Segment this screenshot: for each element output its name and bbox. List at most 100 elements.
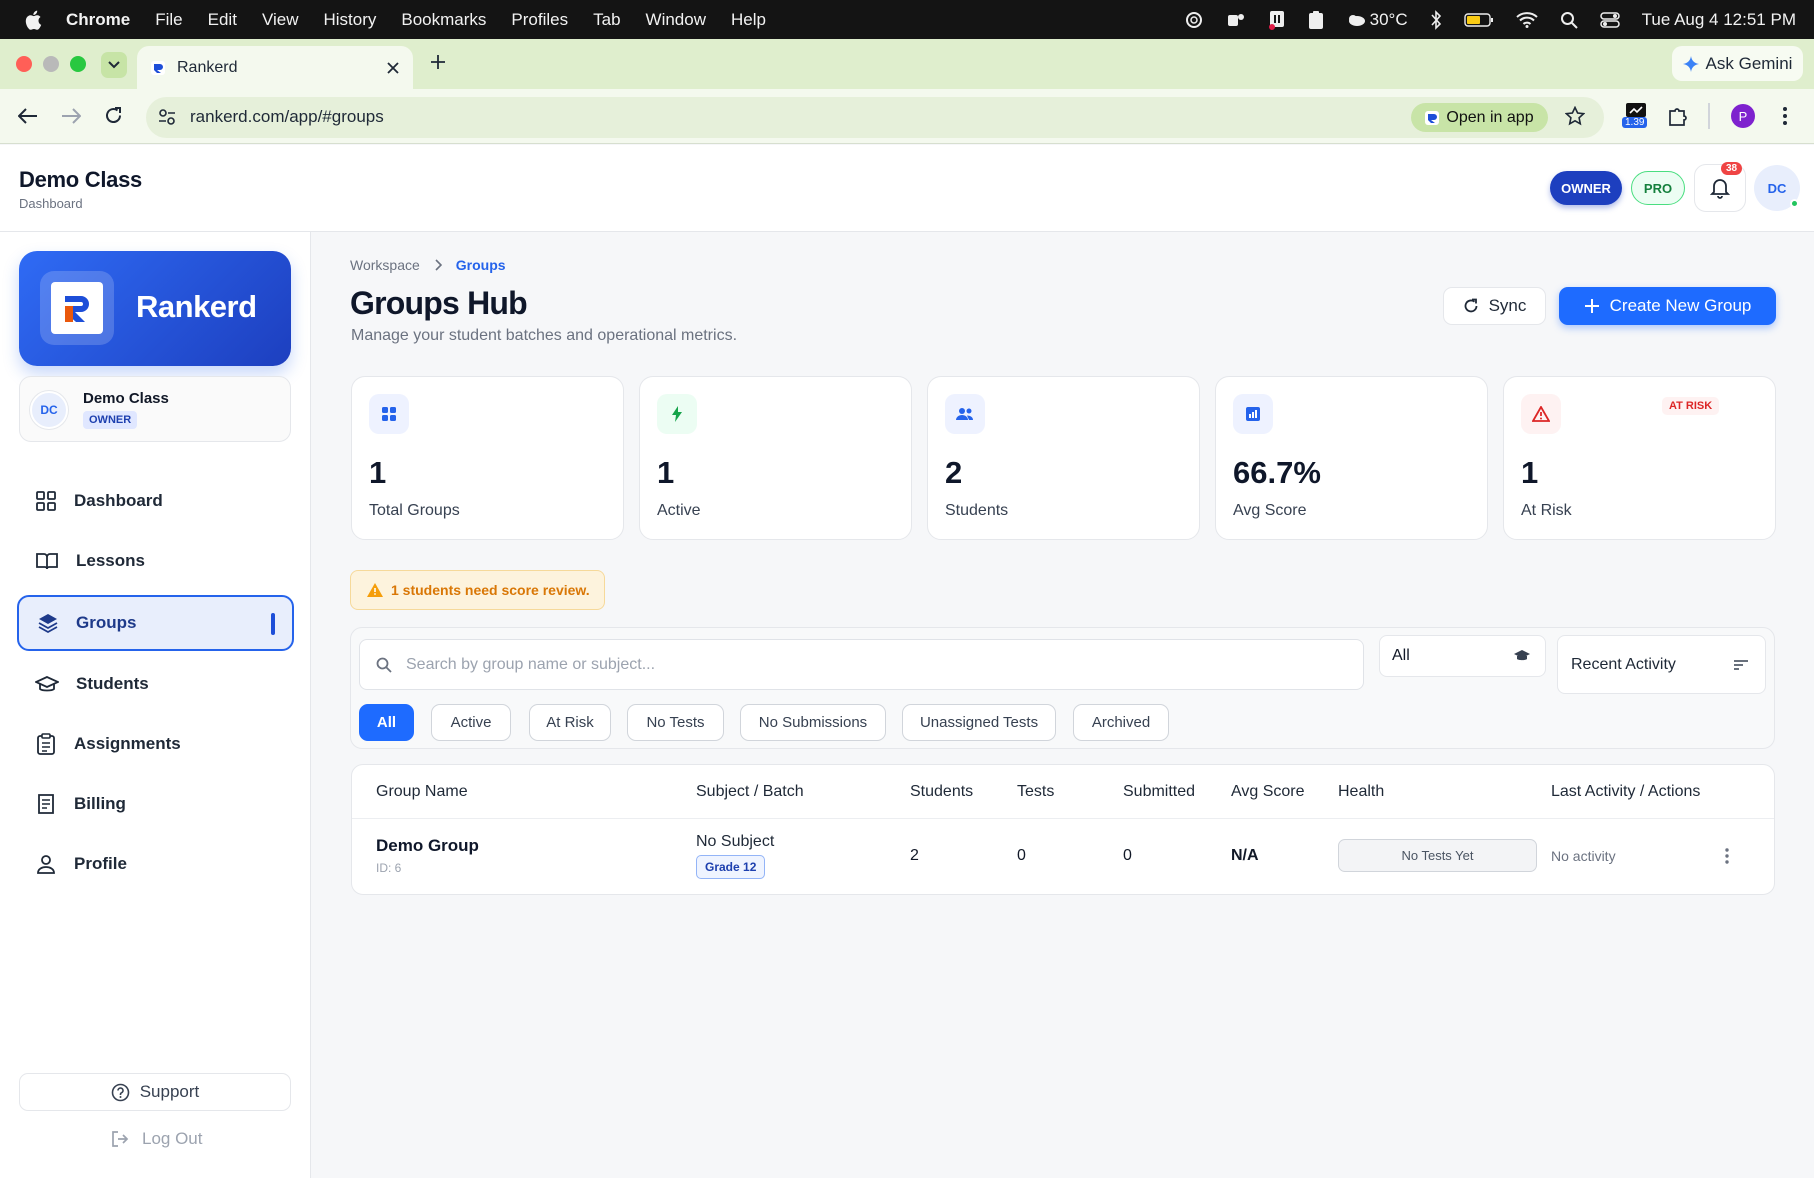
h-app-icon[interactable] [1268,10,1286,30]
menu-window[interactable]: Window [646,10,706,30]
extensions-puzzle-icon[interactable] [1668,106,1690,126]
ask-gemini-button[interactable]: Ask Gemini [1672,46,1803,81]
user-icon [35,853,57,875]
logout-button[interactable]: Log Out [110,1129,203,1149]
sync-label: Sync [1488,296,1527,315]
workspace-title: Demo Class [19,167,142,192]
user-avatar[interactable]: DC [1754,165,1800,211]
menu-edit[interactable]: Edit [208,10,237,30]
reload-icon[interactable] [104,106,123,125]
window-minimize-icon[interactable] [43,56,59,72]
tab-close-icon[interactable] [387,61,399,74]
window-close-icon[interactable] [16,56,32,72]
stat-label: Active [657,502,701,519]
menu-view[interactable]: View [262,10,299,30]
sidebar-user-card[interactable]: DC Demo Class OWNER [19,376,291,442]
clipboard-tray-icon[interactable] [1308,10,1324,30]
column-header-tests[interactable]: Tests [1017,783,1054,801]
teams-icon[interactable] [1226,11,1246,29]
sidebar-item-profile[interactable]: Profile [17,837,294,891]
sidebar-item-assignments[interactable]: Assignments [17,717,294,771]
menu-help[interactable]: Help [731,10,766,30]
menu-profiles[interactable]: Profiles [511,10,568,30]
logout-icon [110,1129,130,1149]
profile-avatar[interactable]: P [1731,104,1755,128]
menubar-datetime[interactable]: Tue Aug 4 12:51 PM [1642,10,1796,30]
group-subject: No Subject [696,833,775,850]
breadcrumb-groups[interactable]: Groups [456,257,506,273]
notifications-button[interactable]: 38 [1694,162,1746,212]
stat-card-avg-score: 66.7% Avg Score [1215,376,1488,540]
sync-button[interactable]: Sync [1443,287,1546,325]
chrome-menu-kebab-icon[interactable] [1782,106,1788,126]
search-icon [376,657,392,673]
filter-chip-no-submissions[interactable]: No Submissions [740,704,886,741]
battery-icon[interactable] [1463,12,1494,27]
bluetooth-icon[interactable] [1430,9,1442,30]
stat-label: Avg Score [1233,502,1307,519]
active-indicator [271,613,275,635]
control-center-icon[interactable] [1599,11,1620,28]
window-zoom-icon[interactable] [70,56,86,72]
bookmark-star-icon[interactable] [1565,106,1585,126]
support-button[interactable]: Support [19,1073,291,1111]
sidebar-item-billing[interactable]: Billing [17,777,294,831]
browser-tab[interactable]: Rankerd [137,46,413,89]
create-new-group-button[interactable]: Create New Group [1559,287,1776,325]
menu-bookmarks[interactable]: Bookmarks [401,10,486,30]
stat-card-students: 2 Students [927,376,1200,540]
tab-search-chevron-icon[interactable] [101,52,127,78]
filter-chip-all[interactable]: All [359,704,414,741]
forward-arrow-icon[interactable] [61,107,81,125]
weather-temp: 30°C [1369,9,1408,29]
extension-meter-icon[interactable]: 1.39 [1622,102,1650,132]
sidebar-user-avatar: DC [30,391,68,429]
menu-history[interactable]: History [323,10,376,30]
sort-select[interactable]: Recent Activity [1557,635,1766,694]
sidebar-item-lessons[interactable]: Lessons [17,534,294,588]
sidebar-item-groups[interactable]: Groups [17,595,294,651]
apple-icon[interactable] [24,10,42,30]
filter-chip-unassigned-tests[interactable]: Unassigned Tests [902,704,1056,741]
openai-icon[interactable] [1184,10,1204,30]
stat-label: Total Groups [369,502,460,519]
menu-app-name[interactable]: Chrome [66,10,130,30]
back-arrow-icon[interactable] [18,107,38,125]
site-info-icon[interactable] [158,108,176,126]
column-header-students[interactable]: Students [910,783,973,801]
filter-chip-at-risk[interactable]: At Risk [529,704,611,741]
open-in-app-button[interactable]: Open in app [1411,103,1548,132]
filter-chip-active[interactable]: Active [431,704,511,741]
weather-icon[interactable]: 30°C [1346,10,1408,30]
row-actions-kebab-icon[interactable] [1719,845,1735,867]
wifi-icon[interactable] [1515,11,1538,28]
health-status-badge: No Tests Yet [1338,839,1537,872]
filter-chip-no-tests[interactable]: No Tests [627,704,724,741]
new-tab-plus-icon[interactable] [430,54,446,70]
sidebar-user-role-badge: OWNER [83,411,138,429]
breadcrumb-workspace[interactable]: Workspace [350,257,420,273]
score-review-alert[interactable]: 1 students need score review. [350,570,605,610]
filter-chip-archived[interactable]: Archived [1073,704,1169,741]
menu-file[interactable]: File [155,10,182,30]
stat-card-active: 1 Active [639,376,912,540]
app-header [0,145,1814,232]
column-header-health[interactable]: Health [1338,783,1384,801]
bar-chart-icon [1233,394,1273,434]
warning-triangle-icon [367,583,383,597]
sidebar-item-students[interactable]: Students [17,657,294,711]
group-last-activity: No activity [1551,848,1616,864]
menu-tab[interactable]: Tab [593,10,620,30]
column-header-group-name[interactable]: Group Name [376,783,468,801]
spotlight-search-icon[interactable] [1560,11,1578,29]
stat-value: 2 [945,455,963,490]
column-header-avg-score[interactable]: Avg Score [1231,783,1305,801]
column-header-subject-batch[interactable]: Subject / Batch [696,783,804,801]
sidebar-item-dashboard[interactable]: Dashboard [17,474,294,528]
column-header-submitted[interactable]: Submitted [1123,783,1195,801]
url-text[interactable]: rankerd.com/app/#groups [190,107,384,127]
group-name-link[interactable]: Demo Group [376,836,479,856]
subject-filter-select[interactable]: All [1379,635,1546,677]
search-input[interactable]: Search by group name or subject... [359,639,1364,690]
column-header-last-activity-actions[interactable]: Last Activity / Actions [1551,783,1700,801]
